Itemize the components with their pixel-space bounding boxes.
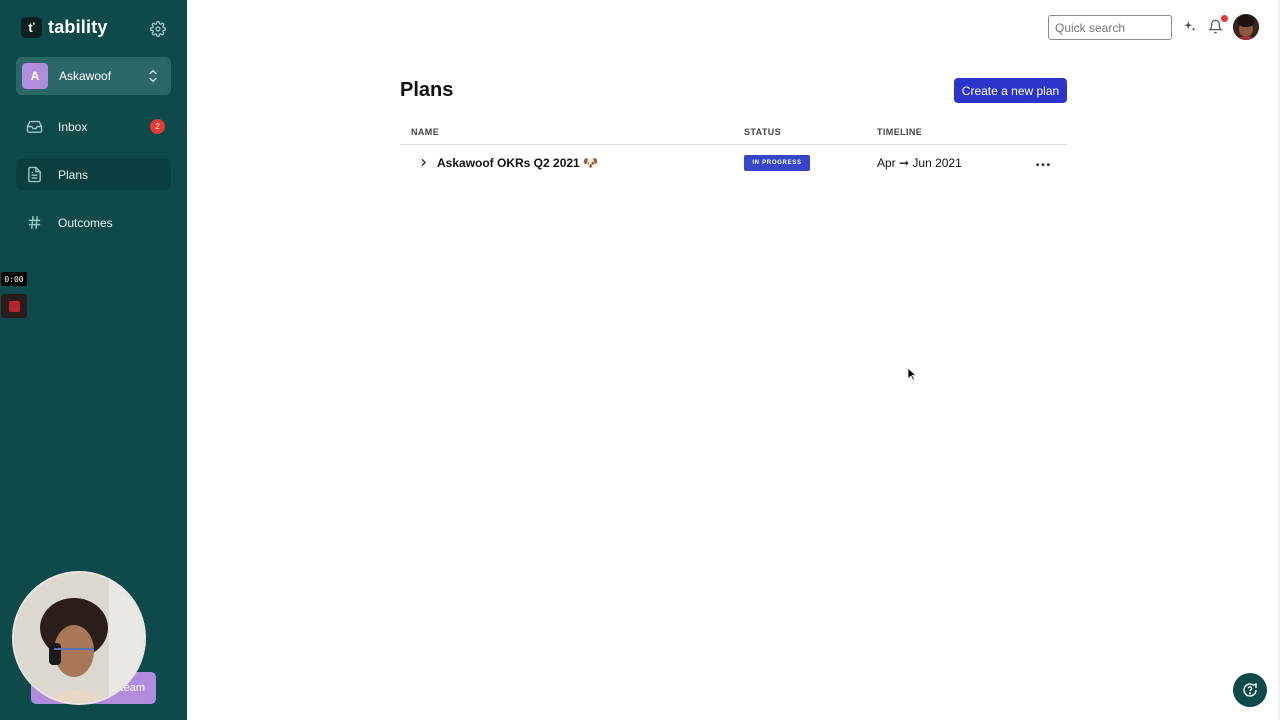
table-divider [400, 144, 1067, 145]
sidebar: ť tability A Askawoof Inbox 2 Plans Outc… [0, 0, 187, 720]
column-header-timeline: TIMELINE [877, 127, 923, 137]
sidebar-item-inbox[interactable]: Inbox 2 [16, 111, 171, 142]
document-icon [26, 166, 43, 183]
plan-timeline: Apr ➞ Jun 2021 [877, 156, 962, 170]
status-badge: IN PROGRESS [744, 155, 810, 171]
gear-icon[interactable] [150, 21, 166, 37]
avatar[interactable] [1233, 14, 1259, 40]
sidebar-item-plans[interactable]: Plans [16, 159, 171, 190]
notification-dot [1221, 15, 1228, 22]
tability-logo-icon: ť [21, 17, 42, 38]
workspace-switcher[interactable]: A Askawoof [16, 57, 171, 95]
chevron-right-icon[interactable] [417, 156, 430, 169]
more-options-icon[interactable] [1035, 156, 1051, 170]
column-header-name: NAME [411, 127, 440, 137]
brand-name: tability [48, 17, 108, 37]
sidebar-item-label: Plans [58, 167, 89, 182]
chevron-up-down-icon [145, 68, 161, 84]
bell-icon[interactable] [1207, 19, 1224, 35]
mouse-cursor-icon [907, 367, 918, 381]
stop-recording-button[interactable] [1, 294, 27, 318]
sparkles-icon[interactable] [1183, 20, 1197, 34]
recording-timer: 0:00 [1, 272, 27, 286]
sidebar-item-outcomes[interactable]: Outcomes [16, 207, 171, 238]
sidebar-item-label: Inbox [58, 119, 88, 134]
hash-icon [26, 214, 43, 231]
quick-search-input[interactable] [1048, 15, 1172, 40]
brand-logo[interactable]: ť tability [21, 17, 108, 38]
page-title: Plans [400, 79, 454, 101]
sidebar-item-label: Outcomes [58, 215, 113, 230]
plan-name-link[interactable]: Askawoof OKRs Q2 2021 🐶 [437, 156, 598, 170]
workspace-name: Askawoof [59, 69, 112, 83]
column-header-status: STATUS [744, 127, 782, 137]
help-chat-icon [1243, 682, 1257, 697]
workspace-avatar: A [22, 63, 48, 89]
webcam-overlay[interactable] [12, 571, 146, 705]
stop-icon [8, 300, 20, 312]
inbox-icon [26, 118, 43, 135]
help-chat-button[interactable] [1233, 673, 1267, 707]
inbox-count-badge: 2 [150, 119, 165, 134]
create-plan-button[interactable]: Create a new plan [954, 78, 1067, 103]
